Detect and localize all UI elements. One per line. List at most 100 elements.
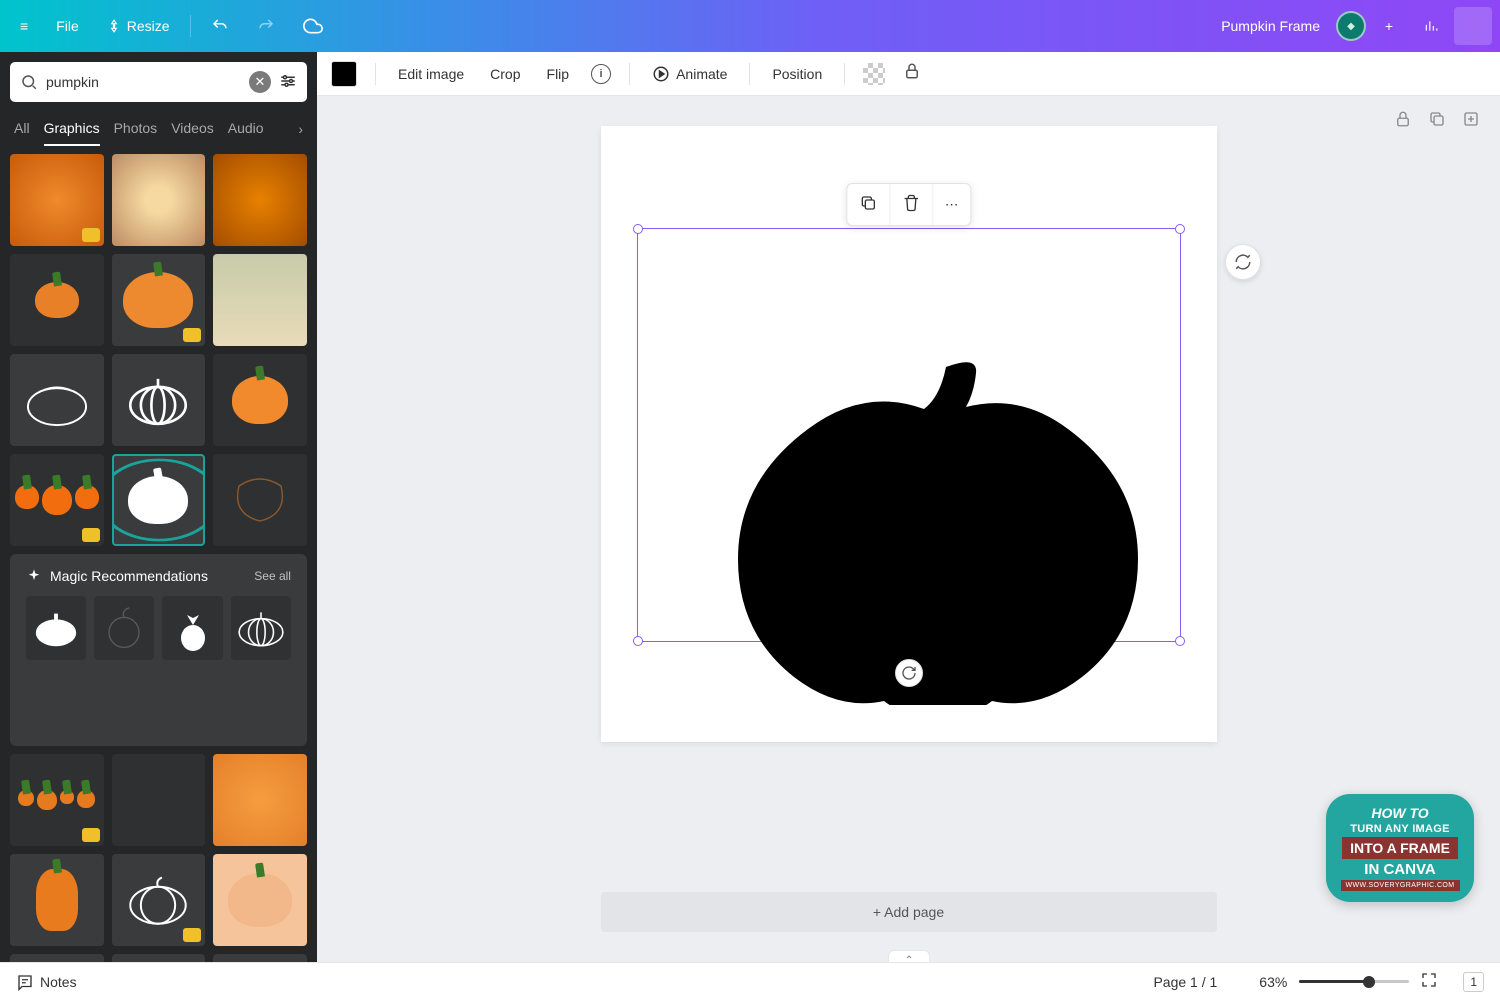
graphic-thumb[interactable] (112, 154, 206, 246)
file-menu[interactable]: File (44, 11, 91, 41)
graphic-thumb-selected[interactable] (112, 454, 206, 546)
top-bar: ≡ File Resize Pumpkin Frame ◆ + (0, 0, 1500, 52)
graphic-thumb[interactable] (213, 254, 307, 346)
redo-button[interactable] (245, 10, 287, 42)
graphic-thumb[interactable] (10, 454, 104, 546)
animate-button[interactable]: Animate (648, 59, 731, 89)
zoom-slider[interactable] (1299, 980, 1409, 983)
duplicate-page-icon[interactable] (1428, 110, 1446, 133)
fullscreen-button[interactable] (1421, 972, 1437, 991)
pro-badge-icon (82, 528, 100, 542)
flip-button[interactable]: Flip (543, 60, 574, 88)
magic-thumb[interactable] (26, 596, 86, 660)
page-actions (1394, 110, 1480, 133)
graphic-thumb[interactable] (10, 354, 104, 446)
search-input[interactable] (46, 74, 241, 90)
tab-videos[interactable]: Videos (171, 112, 214, 146)
tutorial-line: WWW.SOVERYGRAPHIC.COM (1341, 880, 1460, 891)
lock-button[interactable] (903, 62, 921, 85)
graphic-thumb[interactable] (213, 754, 307, 846)
add-page-icon[interactable] (1462, 110, 1480, 133)
resize-handle[interactable] (633, 636, 643, 646)
clear-search-button[interactable]: ✕ (249, 71, 271, 93)
tab-all[interactable]: All (14, 112, 30, 146)
add-page-button[interactable]: + Add page (601, 892, 1217, 932)
search-box: ✕ (10, 62, 307, 102)
page-indicator[interactable]: Page 1 / 1 (1153, 974, 1217, 990)
insights-button[interactable] (1412, 7, 1450, 45)
pro-badge-icon (183, 328, 201, 342)
selection-box[interactable]: ⋯ (637, 228, 1181, 642)
more-tabs-icon[interactable]: › (298, 112, 303, 146)
page-stage: ⋯ (601, 126, 1217, 742)
document-title[interactable]: Pumpkin Frame (1209, 18, 1332, 34)
tutorial-badge: HOW TO TURN ANY IMAGE INTO A FRAME IN CA… (1326, 794, 1474, 902)
tutorial-line: TURN ANY IMAGE (1350, 823, 1450, 835)
undo-button[interactable] (199, 10, 241, 42)
resync-button[interactable] (1225, 244, 1261, 280)
rotate-handle[interactable] (895, 659, 923, 687)
graphic-thumb[interactable] (112, 754, 206, 846)
results-grid: Magic Recommendations See all (0, 146, 317, 962)
search-icon (20, 73, 38, 91)
pages-panel-toggle[interactable] (888, 950, 930, 962)
notes-icon (16, 973, 34, 991)
graphic-thumb[interactable] (112, 954, 206, 962)
see-all-link[interactable]: See all (254, 569, 291, 583)
magic-thumb[interactable] (231, 596, 291, 660)
footer-bar: Notes Page 1 / 1 63% 1 (0, 962, 1500, 1000)
resize-handle[interactable] (633, 224, 643, 234)
resize-menu[interactable]: Resize (95, 11, 182, 41)
graphic-thumb[interactable] (213, 854, 307, 946)
graphic-thumb[interactable] (10, 954, 104, 962)
filter-button[interactable] (279, 72, 297, 93)
tab-graphics[interactable]: Graphics (44, 112, 100, 146)
notes-button[interactable]: Notes (16, 973, 77, 991)
graphic-thumb[interactable] (112, 254, 206, 346)
canvas-page[interactable]: ⋯ (601, 126, 1217, 742)
graphic-thumb[interactable] (10, 254, 104, 346)
more-options-button[interactable]: ⋯ (932, 184, 970, 225)
resize-handle[interactable] (1175, 224, 1185, 234)
slider-knob[interactable] (1363, 976, 1375, 988)
graphic-thumb[interactable] (10, 854, 104, 946)
edit-image-button[interactable]: Edit image (394, 60, 468, 88)
graphic-thumb[interactable] (112, 854, 206, 946)
graphic-thumb[interactable] (10, 154, 104, 246)
graphic-thumb[interactable] (213, 454, 307, 546)
cloud-sync-button[interactable] (291, 9, 335, 43)
crop-button[interactable]: Crop (486, 60, 524, 88)
canvas-viewport[interactable]: ⋯ (317, 96, 1500, 962)
info-icon[interactable]: i (591, 64, 611, 84)
magic-thumb[interactable] (94, 596, 154, 660)
zoom-label[interactable]: 63% (1259, 974, 1287, 990)
user-avatar[interactable]: ◆ (1336, 11, 1366, 41)
transparency-button[interactable] (863, 63, 885, 85)
tutorial-line: INTO A FRAME (1342, 837, 1458, 859)
add-collaborator-button[interactable]: + (1370, 7, 1408, 45)
context-toolbar: Edit image Crop Flip i Animate Position (317, 52, 1500, 96)
tab-audio[interactable]: Audio (228, 112, 264, 146)
float-controls: ⋯ (846, 183, 971, 226)
tutorial-line: IN CANVA (1364, 861, 1435, 878)
color-picker[interactable] (331, 61, 357, 87)
magic-thumb[interactable] (162, 596, 222, 660)
tab-photos[interactable]: Photos (114, 112, 158, 146)
graphic-thumb[interactable] (213, 154, 307, 246)
graphic-thumb[interactable] (213, 354, 307, 446)
graphic-thumb[interactable] (112, 354, 206, 446)
share-button[interactable] (1454, 7, 1492, 45)
category-tabs: All Graphics Photos Videos Audio › (0, 112, 317, 146)
duplicate-element-button[interactable] (847, 184, 889, 225)
magic-title: Magic Recommendations (50, 568, 208, 584)
delete-element-button[interactable] (889, 184, 932, 225)
page-count-box[interactable]: 1 (1463, 972, 1484, 992)
graphic-thumb[interactable] (10, 754, 104, 846)
position-button[interactable]: Position (768, 60, 826, 88)
resize-handle[interactable] (1175, 636, 1185, 646)
pumpkin-element[interactable] (726, 357, 1150, 710)
graphic-thumb[interactable] (213, 954, 307, 962)
home-button[interactable]: ≡ (8, 11, 40, 41)
lock-page-icon[interactable] (1394, 110, 1412, 133)
file-label: File (56, 18, 79, 34)
